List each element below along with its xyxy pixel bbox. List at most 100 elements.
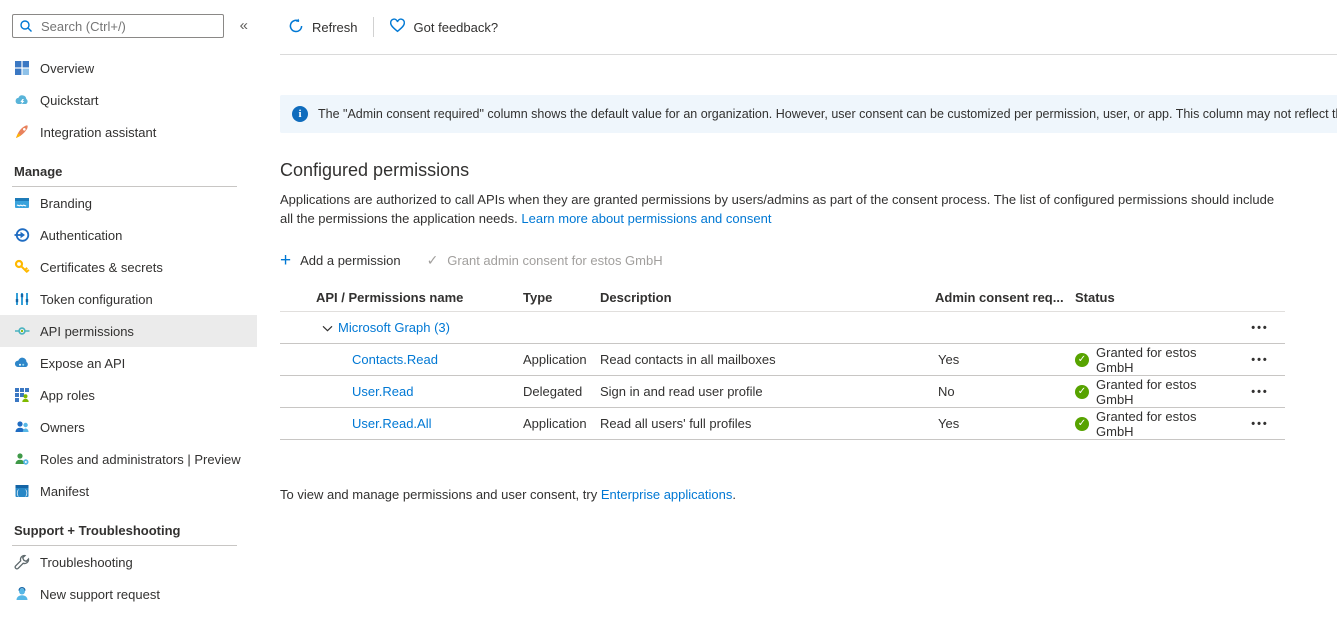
learn-more-link[interactable]: Learn more about permissions and consent: [521, 211, 771, 226]
search-icon: [19, 19, 33, 38]
row-context-menu-button[interactable]: [1235, 322, 1285, 334]
sidebar-item-token-configuration[interactable]: Token configuration: [0, 283, 257, 315]
sidebar-item-expose-an-api[interactable]: Expose an API: [0, 347, 257, 379]
sidebar-section-support: Support + Troubleshooting: [0, 507, 257, 538]
grant-admin-consent-button[interactable]: ✓ Grant admin consent for estos GmbH: [427, 252, 663, 269]
sidebar-item-roles-and-administrators[interactable]: Roles and administrators | Preview: [0, 443, 257, 475]
api-permissions-icon: [14, 323, 30, 339]
admin-consent-value: No: [935, 384, 1075, 399]
status-text: Granted for estos GmbH: [1096, 345, 1235, 375]
sidebar-item-label: Authentication: [40, 228, 122, 243]
expose-api-icon: [14, 355, 30, 371]
feedback-button[interactable]: Got feedback?: [389, 18, 499, 36]
granted-check-icon: [1075, 417, 1089, 431]
footer-note: To view and manage permissions and user …: [280, 487, 1337, 502]
sidebar: « Overview Quickstart Integration assist…: [0, 0, 257, 620]
row-context-menu-button[interactable]: [1235, 386, 1285, 398]
owners-icon: [14, 419, 30, 435]
row-context-menu-button[interactable]: [1235, 418, 1285, 430]
permission-type: Delegated: [523, 384, 600, 399]
svg-text:( ): ( ): [16, 490, 29, 498]
permission-link[interactable]: User.Read.All: [352, 416, 431, 431]
troubleshooting-icon: [14, 554, 30, 570]
sidebar-item-label: Manifest: [40, 484, 89, 499]
sidebar-item-label: Integration assistant: [40, 125, 156, 140]
add-permission-button[interactable]: + Add a permission: [280, 253, 401, 269]
quickstart-icon: [14, 92, 30, 108]
permission-link[interactable]: Contacts.Read: [352, 352, 438, 367]
sidebar-item-label: Quickstart: [40, 93, 99, 108]
command-bar: Refresh Got feedback?: [280, 0, 1337, 55]
admin-consent-value: Yes: [935, 416, 1075, 431]
info-banner-text: The "Admin consent required" column show…: [318, 107, 1337, 121]
sidebar-item-manifest[interactable]: ( ) Manifest: [0, 475, 257, 507]
sidebar-item-integration-assistant[interactable]: Integration assistant: [0, 116, 257, 148]
certificates-secrets-icon: [14, 259, 30, 275]
sidebar-item-label: App roles: [40, 388, 95, 403]
sidebar-item-label: Branding: [40, 196, 92, 211]
status-text: Granted for estos GmbH: [1096, 409, 1235, 439]
row-context-menu-button[interactable]: [1235, 354, 1285, 366]
granted-check-icon: [1075, 385, 1089, 399]
table-row[interactable]: Contacts.Read Application Read contacts …: [280, 344, 1285, 376]
sidebar-section-manage: Manage: [0, 148, 257, 179]
main-content: Refresh Got feedback? i The "Admin conse…: [257, 0, 1337, 620]
footer-period: .: [732, 487, 736, 502]
section-title: Manage: [14, 164, 257, 179]
sidebar-item-certificates-secrets[interactable]: Certificates & secrets: [0, 251, 257, 283]
sidebar-item-label: Owners: [40, 420, 85, 435]
sidebar-item-label: Token configuration: [40, 292, 153, 307]
enterprise-applications-link[interactable]: Enterprise applications: [601, 487, 733, 502]
permission-type: Application: [523, 416, 600, 431]
status-text: Granted for estos GmbH: [1096, 377, 1235, 407]
table-row[interactable]: User.Read.All Application Read all users…: [280, 408, 1285, 440]
sidebar-item-app-roles[interactable]: App roles: [0, 379, 257, 411]
sidebar-item-api-permissions[interactable]: API permissions: [0, 315, 257, 347]
feedback-label: Got feedback?: [414, 20, 499, 35]
header-admin-consent-required: Admin consent req...: [935, 290, 1075, 305]
search-input[interactable]: [12, 14, 224, 38]
description-text: Applications are authorized to call APIs…: [280, 192, 1274, 226]
sidebar-item-owners[interactable]: Owners: [0, 411, 257, 443]
refresh-icon: [288, 18, 304, 37]
manifest-icon: ( ): [14, 483, 30, 499]
table-row[interactable]: User.Read Delegated Sign in and read use…: [280, 376, 1285, 408]
toolbar-divider: [373, 17, 374, 37]
roles-administrators-icon: [14, 451, 30, 467]
overview-icon: [14, 60, 30, 76]
sidebar-item-label: Troubleshooting: [40, 555, 133, 570]
refresh-button[interactable]: Refresh: [288, 18, 358, 37]
check-icon: ✓: [427, 252, 439, 269]
sidebar-item-overview[interactable]: Overview: [0, 52, 257, 84]
granted-check-icon: [1075, 353, 1089, 367]
add-permission-label: Add a permission: [300, 253, 400, 268]
sidebar-item-new-support-request[interactable]: New support request: [0, 578, 257, 610]
sidebar-item-troubleshooting[interactable]: Troubleshooting: [0, 546, 257, 578]
permission-description: Sign in and read user profile: [600, 384, 935, 399]
sidebar-item-authentication[interactable]: Authentication: [0, 219, 257, 251]
permission-link[interactable]: User.Read: [352, 384, 413, 399]
authentication-icon: [14, 227, 30, 243]
sidebar-item-quickstart[interactable]: Quickstart: [0, 84, 257, 116]
permission-description: Read all users' full profiles: [600, 416, 935, 431]
sidebar-item-branding[interactable]: Branding: [0, 187, 257, 219]
permission-type: Application: [523, 352, 600, 367]
table-group-row[interactable]: Microsoft Graph (3): [280, 312, 1285, 344]
header-api-permissions-name: API / Permissions name: [280, 290, 523, 305]
sidebar-item-label: API permissions: [40, 324, 134, 339]
section-title: Support + Troubleshooting: [14, 523, 257, 538]
heart-icon: [389, 18, 406, 36]
branding-icon: [14, 195, 30, 211]
plus-icon: +: [280, 253, 291, 269]
chevron-down-icon[interactable]: [322, 320, 333, 335]
api-group-link[interactable]: Microsoft Graph (3): [338, 320, 450, 335]
new-support-request-icon: [14, 586, 30, 602]
page-title: Configured permissions: [280, 160, 1337, 181]
grant-admin-consent-label: Grant admin consent for estos GmbH: [447, 253, 662, 268]
sidebar-search-row: «: [0, 0, 257, 52]
permissions-table: API / Permissions name Type Description …: [280, 283, 1285, 440]
collapse-sidebar-button[interactable]: «: [240, 17, 248, 34]
permission-actions: + Add a permission ✓ Grant admin consent…: [280, 252, 1337, 269]
token-configuration-icon: [14, 291, 30, 307]
info-icon: i: [292, 106, 308, 122]
